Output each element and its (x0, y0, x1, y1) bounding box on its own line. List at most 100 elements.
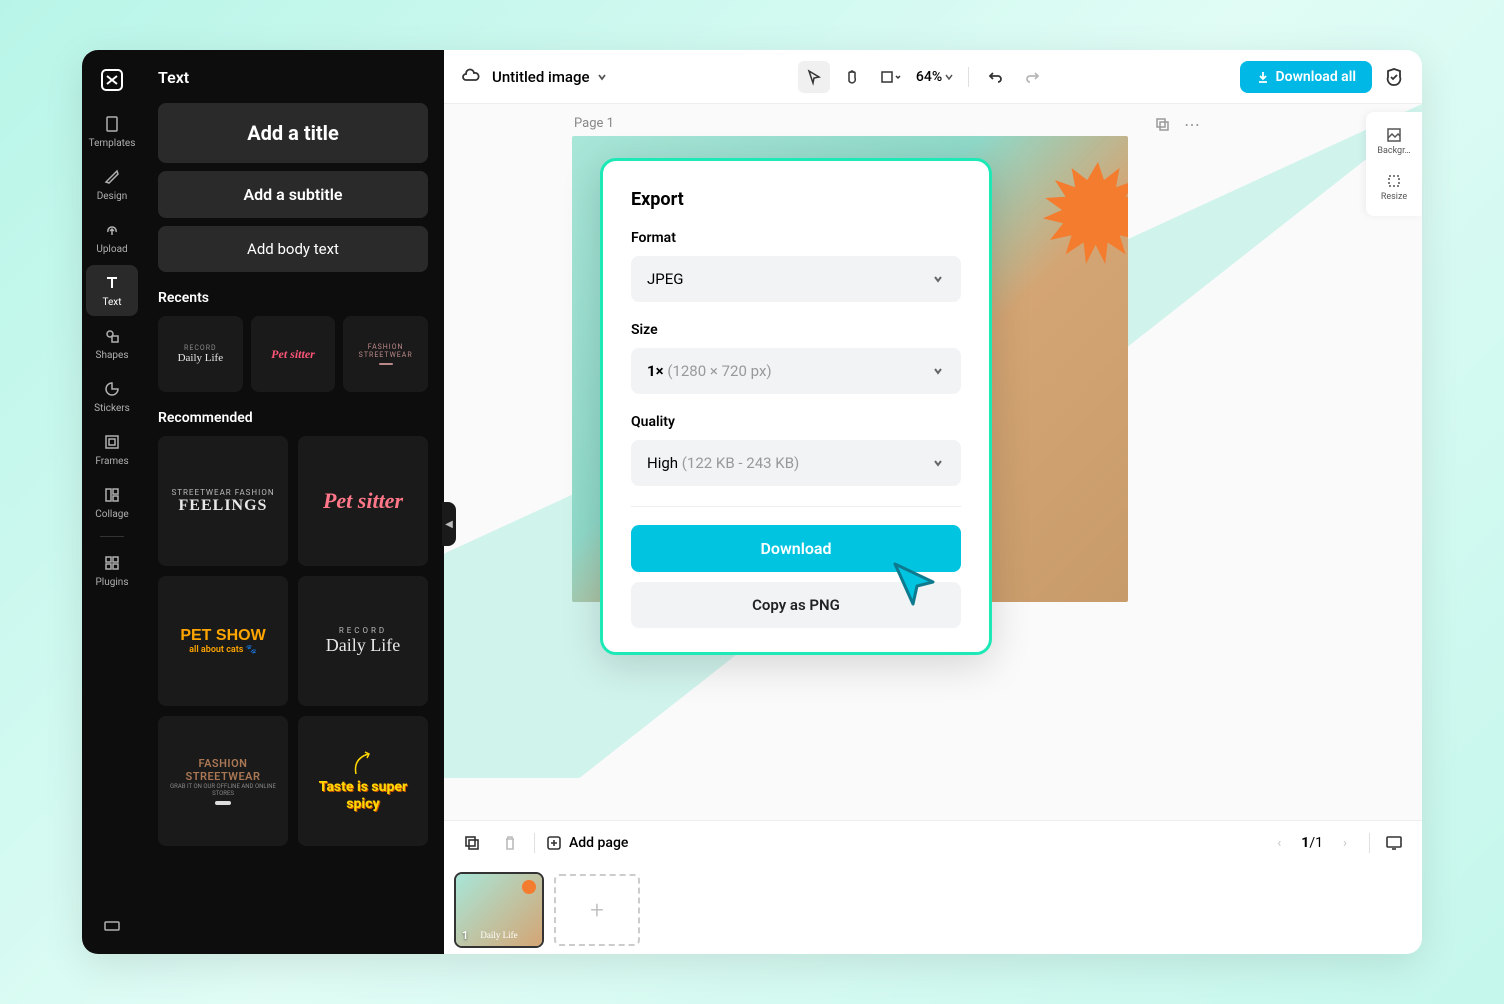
keyboard-icon (102, 916, 122, 936)
thumb-subtext: GRAB IT ON OUR OFFLINE AND ONLINE STORES (168, 783, 278, 797)
rail-keyboard[interactable] (86, 908, 138, 944)
rail-label: Frames (95, 456, 128, 467)
chevron-down-icon (931, 364, 945, 378)
prev-page-button[interactable]: ‹ (1265, 829, 1293, 857)
thumb-text: Pet sitter (271, 347, 315, 362)
zoom-level[interactable]: 64% (912, 69, 958, 85)
rail-label: Plugins (96, 577, 129, 588)
format-label: Format (631, 230, 961, 246)
recommended-item[interactable]: Pet sitter (298, 436, 428, 566)
templates-icon (102, 114, 122, 134)
upload-icon (102, 220, 122, 240)
background-icon (1385, 126, 1403, 144)
recommended-item[interactable]: PET SHOW all about cats 🐾 (158, 576, 288, 706)
format-value: JPEG (647, 270, 683, 288)
size-label: Size (631, 322, 961, 338)
title-text: Untitled image (492, 68, 590, 86)
resize-icon (1385, 172, 1403, 190)
next-page-button[interactable]: › (1331, 829, 1359, 857)
add-page-thumbnail[interactable]: + (554, 874, 640, 946)
thumb-overline: STREETWEAR FASHION (171, 488, 274, 497)
recommended-heading: Recommended (158, 410, 428, 426)
rail-stickers[interactable]: Stickers (86, 371, 138, 422)
rail-label: Collage (95, 509, 128, 520)
rail-shapes[interactable]: Shapes (86, 318, 138, 369)
hand-tool[interactable] (836, 61, 868, 93)
add-body-button[interactable]: Add body text (158, 226, 428, 272)
float-label: Resize (1381, 192, 1407, 202)
recent-item[interactable]: FASHION STREETWEAR (343, 316, 428, 392)
page-label: Page 1 (574, 116, 614, 131)
text-icon (102, 273, 122, 293)
add-title-button[interactable]: Add a title (158, 103, 428, 163)
stickers-icon (102, 379, 122, 399)
delete-button[interactable] (496, 829, 524, 857)
recommended-item[interactable]: Taste is super spicy (298, 716, 428, 846)
export-dialog: Export Format JPEG Size 1× (1280 × 720 p… (600, 158, 992, 655)
size-select[interactable]: 1× (1280 × 720 px) (631, 348, 961, 394)
rail-label: Upload (96, 244, 127, 255)
add-page-button[interactable]: Add page (545, 834, 628, 852)
chevron-down-icon (931, 272, 945, 286)
duplicate-button[interactable] (458, 829, 486, 857)
recommended-item[interactable]: STREETWEAR FASHION FEELINGS (158, 436, 288, 566)
crop-tool[interactable] (874, 61, 906, 93)
add-subtitle-button[interactable]: Add a subtitle (158, 171, 428, 218)
rail-collage[interactable]: Collage (86, 477, 138, 528)
page-total: 1 (1315, 835, 1323, 851)
select-tool[interactable] (798, 61, 830, 93)
chevron-down-icon (596, 71, 608, 83)
cloud-icon[interactable] (460, 66, 482, 88)
cursor-pointer-icon (889, 558, 941, 610)
text-panel: Text Add a title Add a subtitle Add body… (142, 50, 444, 954)
recommended-item[interactable]: RECORD Daily Life (298, 576, 428, 706)
rail-plugins[interactable]: Plugins (86, 545, 138, 596)
thumb-overline: RECORD (339, 626, 387, 635)
collapse-panel-button[interactable]: ◀ (442, 502, 456, 546)
more-page-icon[interactable]: ⋯ (1182, 114, 1202, 134)
download-icon (1256, 70, 1270, 84)
present-button[interactable] (1380, 829, 1408, 857)
quality-label: Quality (631, 414, 961, 430)
page-indicator: ‹ 1/1 › (1265, 829, 1359, 857)
download-all-button[interactable]: Download all (1240, 61, 1372, 93)
starburst-shape (520, 878, 538, 896)
rail-design[interactable]: Design (86, 159, 138, 210)
duplicate-page-icon[interactable] (1152, 114, 1172, 134)
chevron-down-icon (944, 72, 954, 82)
rail-frames[interactable]: Frames (86, 424, 138, 475)
add-page-icon (545, 834, 563, 852)
background-button[interactable]: Backgr… (1370, 120, 1418, 162)
top-toolbar: Untitled image 64% Download a (444, 50, 1422, 104)
page-thumbnail[interactable]: Daily Life 1 (456, 874, 542, 946)
quality-select[interactable]: High (122 KB - 243 KB) (631, 440, 961, 486)
right-float-panel: Backgr… Resize (1366, 112, 1422, 216)
rail-label: Shapes (96, 350, 129, 361)
thumb-overline: RECORD (184, 344, 217, 352)
frames-icon (102, 432, 122, 452)
redo-button[interactable] (1017, 61, 1049, 93)
resize-button[interactable]: Resize (1370, 166, 1418, 208)
collage-icon (102, 485, 122, 505)
rail-upload[interactable]: Upload (86, 212, 138, 263)
rail-templates[interactable]: Templates (86, 106, 138, 157)
rail-text[interactable]: Text (86, 265, 138, 316)
quality-value: High (647, 454, 678, 472)
shapes-icon (102, 326, 122, 346)
left-nav-rail: Templates Design Upload Text Shapes Stic… (82, 50, 142, 954)
plugins-icon (102, 553, 122, 573)
thumb-caption: Daily Life (456, 930, 542, 940)
dialog-divider (631, 506, 961, 507)
undo-button[interactable] (979, 61, 1011, 93)
app-logo[interactable] (98, 66, 126, 94)
document-title[interactable]: Untitled image (492, 68, 608, 86)
shield-icon[interactable] (1382, 65, 1406, 89)
recent-item[interactable]: Pet sitter (251, 316, 336, 392)
thumb-text: FASHION STREETWEAR (349, 343, 422, 359)
float-label: Backgr… (1377, 146, 1410, 156)
recents-heading: Recents (158, 290, 428, 306)
recommended-item[interactable]: FASHION STREETWEAR GRAB IT ON OUR OFFLIN… (158, 716, 288, 846)
recent-item[interactable]: RECORD Daily Life (158, 316, 243, 392)
format-select[interactable]: JPEG (631, 256, 961, 302)
thumb-text: Taste is super spicy (308, 779, 418, 813)
